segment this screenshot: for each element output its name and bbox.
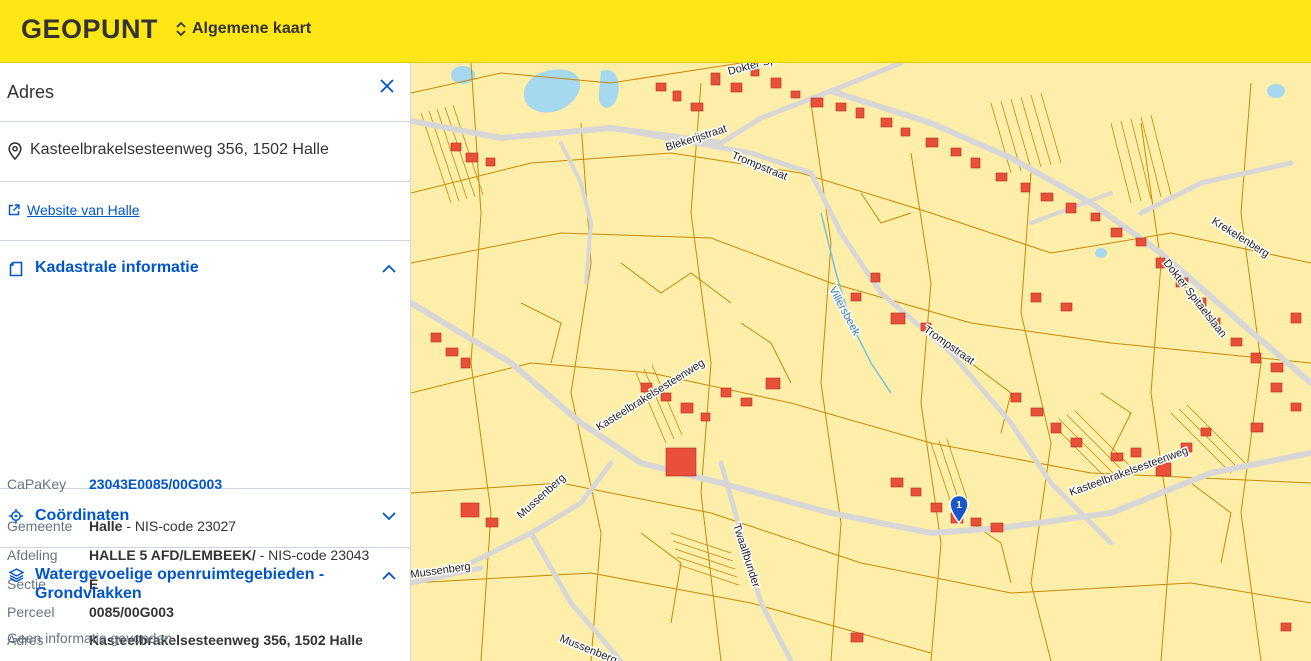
location-marker[interactable]: 1 [948,494,970,524]
kadaster-header[interactable]: Kadastrale informatie [0,241,410,297]
coordinaten-section: Coördinaten [0,489,410,548]
water-title: Watergevoelige openruimtegebieden - Gron… [35,566,325,602]
kadaster-title: Kadastrale informatie [35,259,199,276]
crosshair-icon [9,509,23,523]
panel-title: Adres [7,82,55,102]
website-link[interactable]: Website van Halle [27,202,140,218]
kadaster-section: Kadastrale informatie CaPaKey 23043E0085… [0,241,410,648]
parcel-icon [9,261,23,277]
external-link-icon [8,204,20,216]
address-text: Kasteelbrakelsesteenweg 356, 1502 Halle [30,141,329,158]
panel-header: Adres [0,63,410,122]
layer-selector-label: Algemene kaart [192,20,312,37]
marker-label: 1 [956,500,962,511]
layers-icon [9,568,24,582]
geopunt-logo[interactable]: GEOPUNT [21,14,158,45]
map-view[interactable]: Dokter Spitaelslaan Blekerijstraat Tromp… [411,63,1311,661]
water-pond [1095,248,1107,258]
chevron-down-icon [382,512,396,521]
top-bar: GEOPUNT Algemene kaart [0,0,1311,63]
water-section: Watergevoelige openruimtegebieden - Gron… [0,548,410,661]
chevron-up-icon [382,571,396,580]
map-canvas[interactable]: Dokter Spitaelslaan Blekerijstraat Tromp… [411,63,1311,661]
water-header[interactable]: Watergevoelige openruimtegebieden - Gron… [0,548,410,620]
location-pin-icon [8,142,22,160]
close-icon[interactable] [378,77,396,95]
coordinaten-header[interactable]: Coördinaten [0,489,410,545]
coordinaten-title: Coördinaten [35,507,130,524]
sort-updown-icon [176,22,186,36]
chevron-up-icon [382,264,396,273]
info-panel: Adres Kasteelbrakelsesteenweg 356, 1502 … [0,63,411,661]
no-info-text: Geen informatie gevonden [7,630,172,646]
layer-selector[interactable]: Algemene kaart [176,20,311,38]
address-row: Kasteelbrakelsesteenweg 356, 1502 Halle [0,122,410,182]
water-pond [1267,84,1285,98]
website-row: Website van Halle [0,182,410,241]
